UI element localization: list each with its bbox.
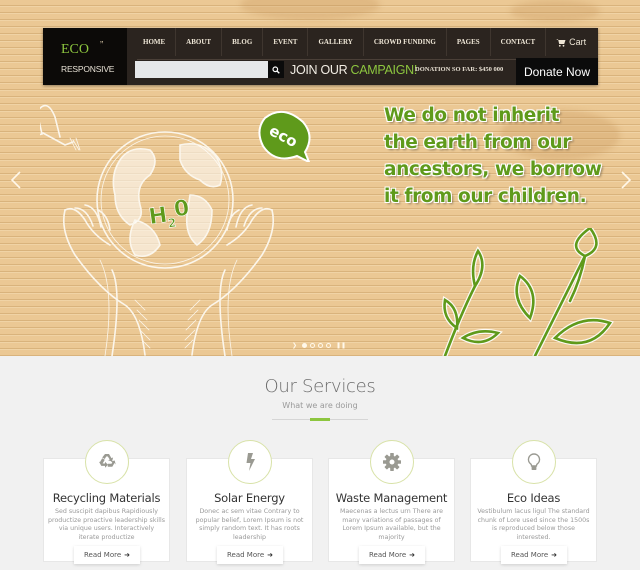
campaign-prefix: JOIN OUR	[290, 63, 348, 77]
arrow-right-icon: ➜	[267, 551, 274, 559]
search-input[interactable]	[135, 61, 268, 78]
recycle-icon	[99, 454, 116, 468]
slide-dot[interactable]	[310, 343, 316, 348]
quote-line: We do not inherit	[384, 105, 560, 126]
arrow-right-icon: ➜	[409, 551, 416, 559]
nav-item-about[interactable]: ABOUT	[176, 28, 223, 56]
service-title: Eco Ideas	[506, 491, 561, 505]
gear-icon	[383, 453, 401, 471]
campaign-banner: JOIN OUR CAMPAIGN!	[290, 63, 417, 77]
service-icon-wrap	[228, 440, 272, 484]
nav-item-blog[interactable]: BLOG	[222, 28, 264, 56]
search-icon	[272, 65, 280, 74]
chevron-right-icon[interactable]	[618, 170, 634, 190]
logo[interactable]: ECO ” RESPONSIVE	[43, 28, 127, 85]
main-nav: HOME ABOUT BLOG EVENT GALLERY CROWD FUND…	[133, 28, 596, 56]
cart-icon	[556, 38, 566, 47]
service-description: Maecenas a lectus urn There are many var…	[339, 508, 443, 542]
donate-now-button[interactable]: Donate Now	[516, 58, 598, 85]
arrow-right-icon: ➜	[551, 551, 558, 559]
cart-label: Cart	[569, 37, 587, 47]
service-card-solar: Solar Energy Donec ac sem vitae Contrary…	[186, 440, 313, 564]
chevron-left-icon[interactable]	[8, 170, 24, 190]
nav-item-gallery[interactable]: GALLERY	[308, 28, 364, 56]
h2o-label: H	[147, 203, 169, 230]
service-description: Sed suscipit dapibus Rapidiously product…	[48, 508, 166, 542]
service-card-recycling: Recycling Materials Sed suscipit dapibus…	[43, 440, 170, 564]
hero-slider: H 2 0 eco We do not inherit the earth fr…	[0, 0, 640, 356]
lightbulb-icon	[527, 453, 541, 470]
nav-item-crowd-funding[interactable]: CROWD FUNDING	[364, 28, 447, 56]
read-more-button[interactable]: Read More ➜	[501, 546, 567, 564]
read-more-label: Read More	[226, 551, 265, 559]
wood-stain	[510, 0, 600, 22]
donation-total: DONATION SO FAR: $450 000	[415, 66, 504, 73]
services-subtitle: What we are doing	[282, 401, 358, 410]
service-icon-wrap	[85, 440, 129, 484]
quote-line: the earth from our	[384, 132, 572, 153]
campaign-highlight: CAMPAIGN!	[350, 63, 418, 77]
service-description: Donec ac sem vitae Contrary to popular b…	[195, 508, 304, 542]
logo-subtitle: RESPONSIVE	[61, 64, 115, 74]
service-card-waste: Waste Management Maecenas a lectus urn T…	[328, 440, 455, 564]
logo-title: ECO	[61, 42, 89, 57]
service-card-ideas: Eco Ideas Vestibulum lacus ligul The sta…	[470, 440, 597, 564]
nav-item-home[interactable]: HOME	[133, 28, 177, 56]
h2o-label-o: 0	[172, 196, 191, 223]
service-icon-wrap	[370, 440, 414, 484]
search-button[interactable]	[268, 61, 284, 78]
logo-mark: ”	[100, 40, 104, 51]
read-more-button[interactable]: Read More ➜	[217, 546, 283, 564]
service-icon-wrap	[512, 440, 556, 484]
nav-item-event[interactable]: EVENT	[263, 28, 309, 56]
service-title: Recycling Materials	[52, 491, 161, 505]
nav-item-contact[interactable]: CONTACT	[491, 28, 547, 56]
site-header: ECO ” RESPONSIVE HOME ABOUT BLOG EVENT G…	[43, 28, 598, 85]
slider-pagination: ❯ ❚❚	[292, 342, 346, 349]
services-divider-accent	[310, 418, 330, 421]
read-more-label: Read More	[510, 551, 549, 559]
wood-stain	[240, 0, 380, 20]
plant-sprouts-illustration	[442, 228, 614, 356]
services-title: Our Services	[264, 376, 376, 397]
pause-icon[interactable]: ❚❚	[336, 342, 346, 349]
hero-quote: We do not inherit the earth from our anc…	[384, 102, 624, 210]
read-more-button[interactable]: Read More ➜	[74, 546, 140, 564]
slide-dot[interactable]	[326, 343, 332, 348]
service-title: Waste Management	[335, 491, 448, 505]
nav-item-cart[interactable]: Cart	[546, 28, 596, 56]
service-title: Solar Energy	[214, 491, 285, 505]
lightning-bolt-icon	[246, 453, 255, 471]
service-description: Vestibulum lacus ligul The standard chun…	[477, 508, 590, 542]
quote-line: ancestors, we borrow	[384, 159, 602, 180]
quote-line: it from our children.	[384, 186, 587, 207]
arrow-right-icon: ➜	[124, 551, 131, 559]
slide-dot[interactable]	[318, 343, 324, 348]
play-icon[interactable]: ❯	[292, 342, 297, 349]
read-more-label: Read More	[83, 551, 122, 559]
slide-dot[interactable]	[302, 343, 308, 348]
eco-badge-icon: eco	[258, 111, 311, 162]
nav-item-pages[interactable]: PAGES	[447, 28, 491, 56]
read-more-label: Read More	[368, 551, 407, 559]
read-more-button[interactable]: Read More ➜	[359, 546, 425, 564]
